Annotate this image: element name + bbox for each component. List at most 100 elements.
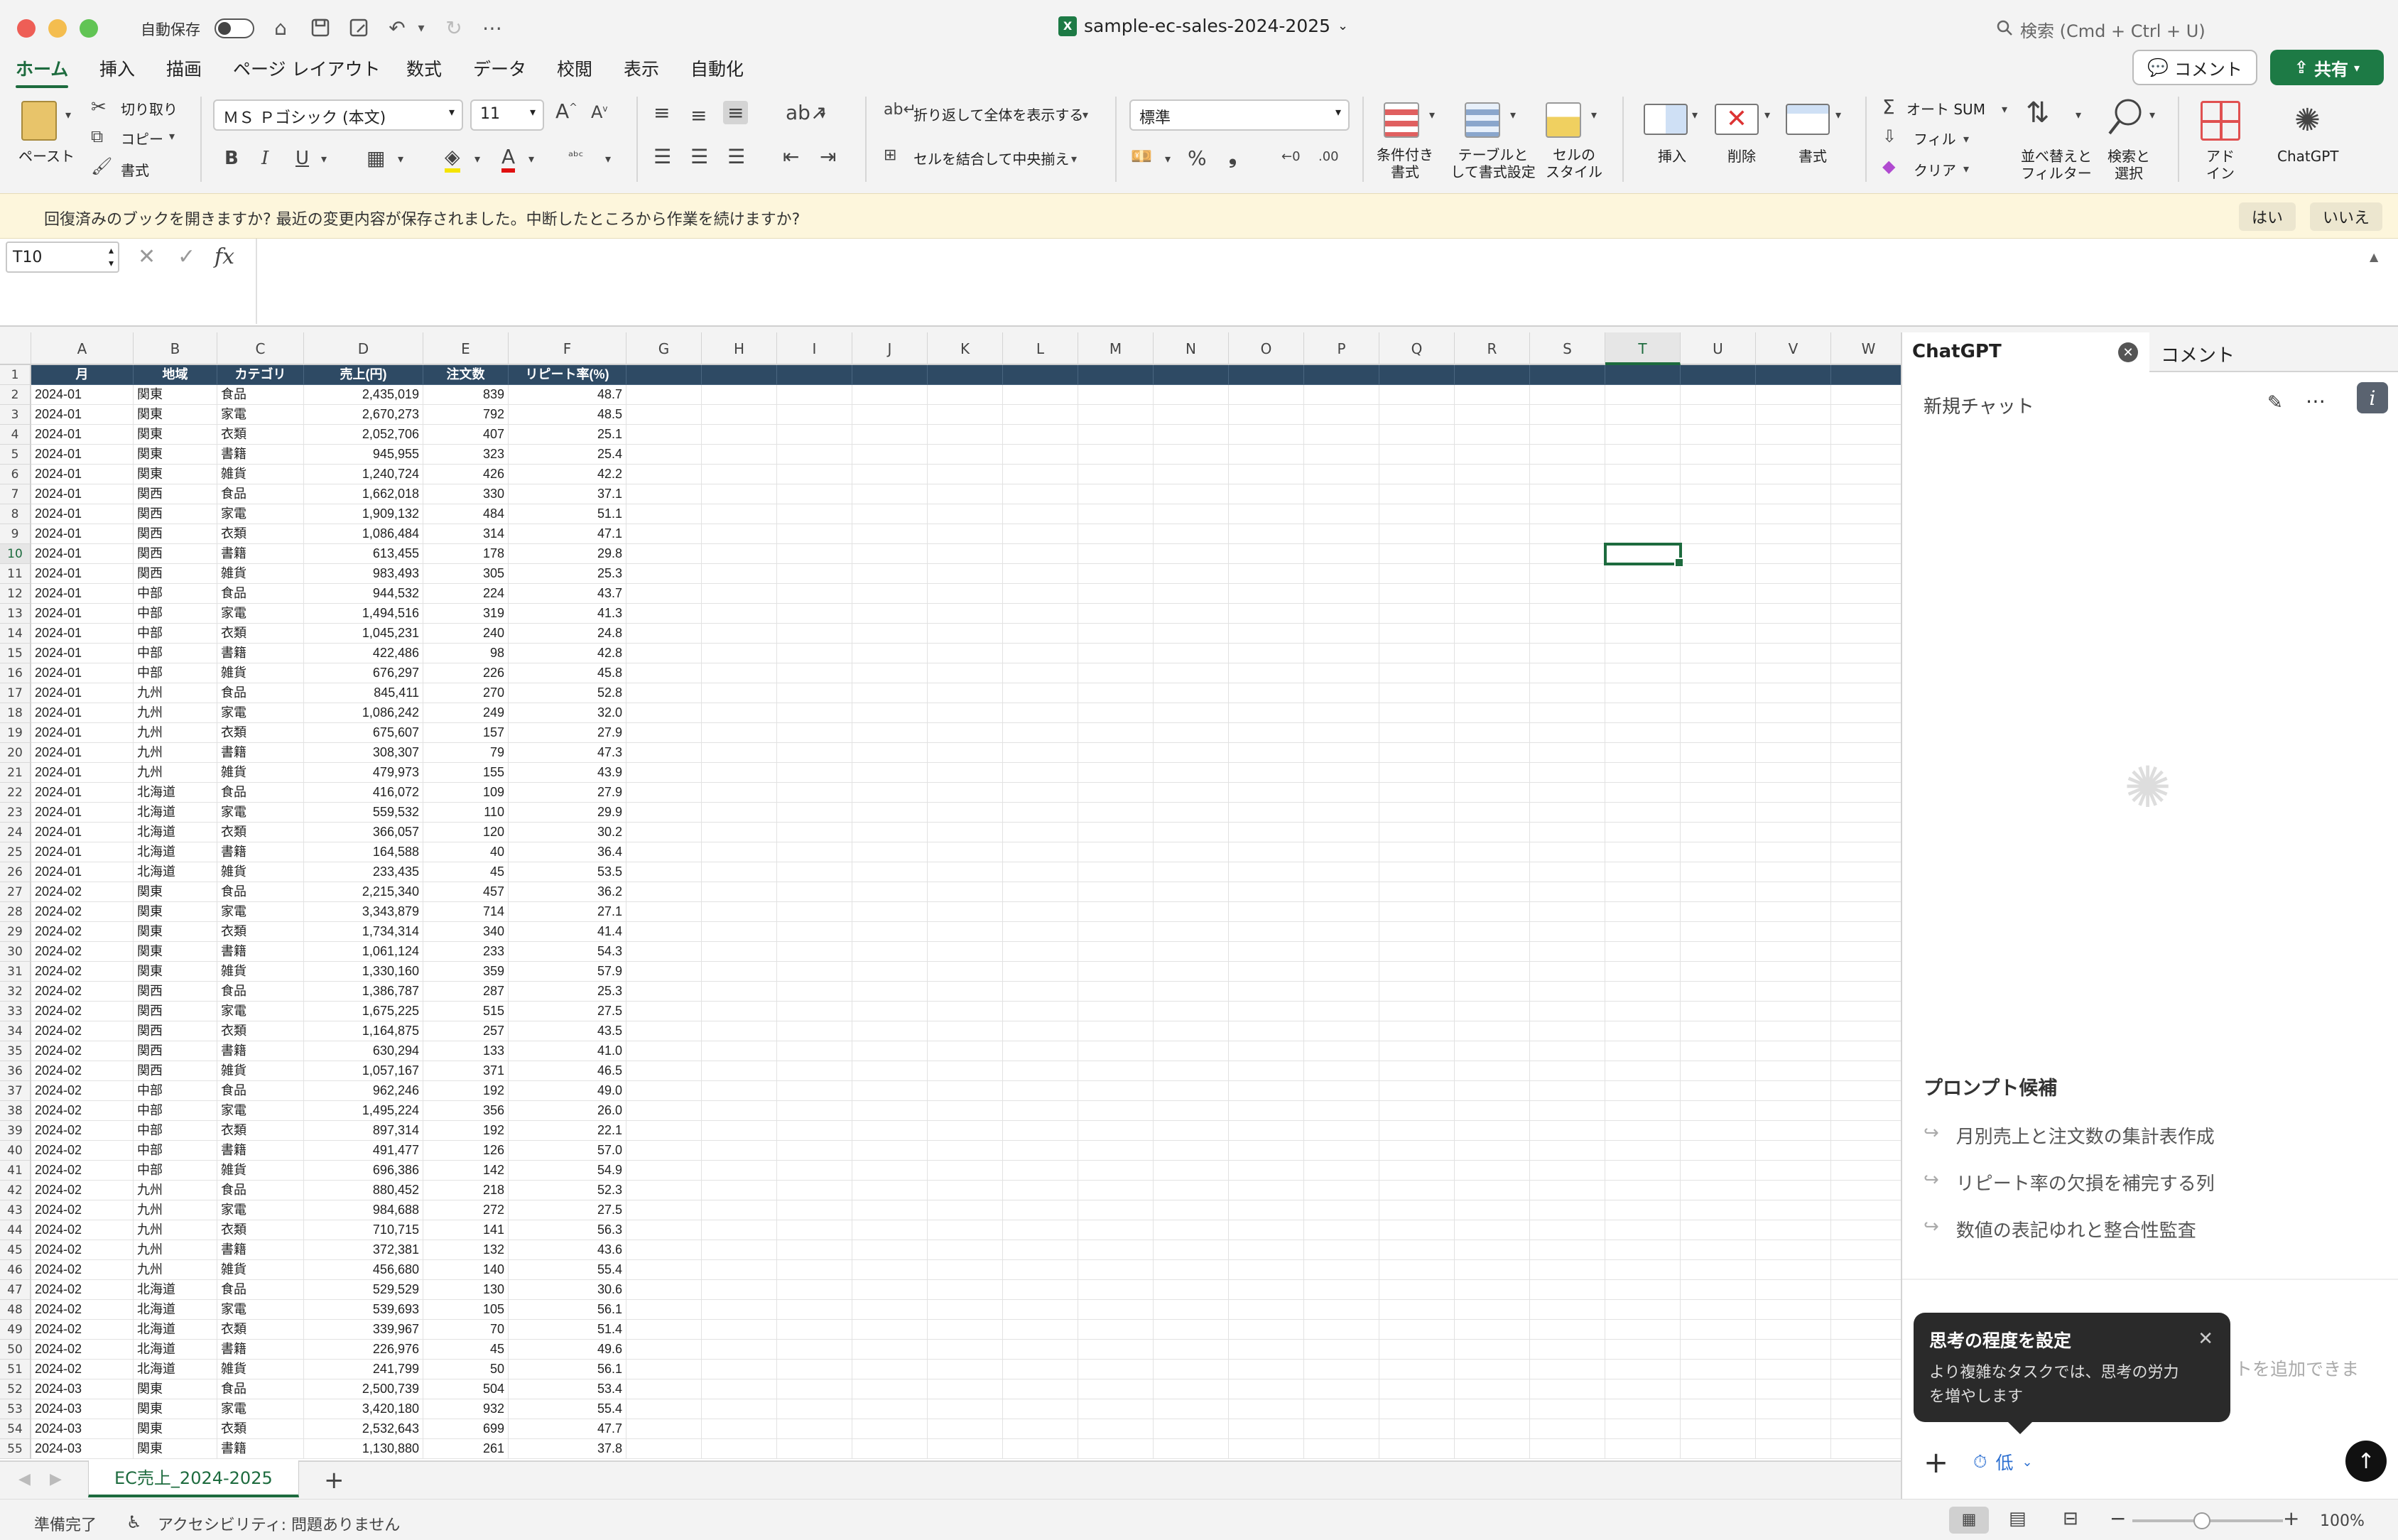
table-cell[interactable] bbox=[1154, 902, 1229, 922]
merge-center-button[interactable]: セルを結合して中央揃え bbox=[913, 151, 1069, 168]
table-cell[interactable] bbox=[1530, 1419, 1605, 1439]
table-cell[interactable] bbox=[1831, 484, 1901, 504]
table-cell[interactable] bbox=[626, 1300, 702, 1320]
table-cell[interactable] bbox=[1003, 683, 1078, 703]
table-cell[interactable]: 食品 bbox=[217, 1081, 304, 1101]
row-header[interactable]: 33 bbox=[0, 1002, 31, 1021]
table-cell[interactable] bbox=[1831, 882, 1901, 902]
table-cell[interactable] bbox=[1154, 763, 1229, 783]
table-cell[interactable] bbox=[852, 405, 928, 425]
copy-icon[interactable]: ⧉ bbox=[91, 126, 103, 146]
table-cell[interactable] bbox=[852, 1181, 928, 1200]
table-cell[interactable]: 2024-02 bbox=[31, 1101, 134, 1121]
table-cell[interactable] bbox=[1756, 743, 1831, 763]
table-cell[interactable] bbox=[1078, 1081, 1154, 1101]
table-cell[interactable]: 839 bbox=[423, 385, 509, 405]
table-cell[interactable]: 48.5 bbox=[509, 405, 626, 425]
row-header[interactable]: 35 bbox=[0, 1041, 31, 1061]
table-cell[interactable] bbox=[852, 644, 928, 663]
table-cell[interactable]: 衣類 bbox=[217, 723, 304, 743]
row-header[interactable]: 9 bbox=[0, 524, 31, 544]
font-color-dropdown-chevron-icon[interactable]: ▾ bbox=[528, 152, 534, 166]
table-cell[interactable]: 287 bbox=[423, 982, 509, 1002]
table-cell[interactable] bbox=[1304, 882, 1379, 902]
table-cell[interactable]: 272 bbox=[423, 1200, 509, 1220]
table-cell[interactable] bbox=[1003, 823, 1078, 842]
table-cell[interactable] bbox=[1756, 1220, 1831, 1240]
table-cell[interactable] bbox=[1605, 1280, 1681, 1300]
table-cell[interactable]: 中部 bbox=[134, 1161, 217, 1181]
column-header-l[interactable]: L bbox=[1003, 332, 1078, 365]
table-cell[interactable] bbox=[626, 584, 702, 604]
merge-center-icon[interactable]: ⊞ bbox=[884, 146, 896, 164]
table-cell[interactable]: 32.0 bbox=[509, 703, 626, 723]
table-cell[interactable] bbox=[1455, 425, 1530, 445]
table-cell[interactable] bbox=[1831, 1340, 1901, 1360]
table-cell[interactable] bbox=[1229, 683, 1304, 703]
table-cell[interactable] bbox=[777, 1260, 852, 1280]
table-cell[interactable] bbox=[1605, 823, 1681, 842]
table-cell[interactable] bbox=[928, 1101, 1003, 1121]
table-cell[interactable] bbox=[1229, 1260, 1304, 1280]
table-cell[interactable] bbox=[1681, 644, 1756, 663]
zoom-out-icon[interactable]: − bbox=[2110, 1507, 2126, 1530]
table-cell[interactable]: 2024-02 bbox=[31, 1021, 134, 1041]
table-cell[interactable] bbox=[1831, 1240, 1901, 1260]
table-cell[interactable] bbox=[1154, 1340, 1229, 1360]
table-cell[interactable]: 2024-01 bbox=[31, 544, 134, 564]
table-cell[interactable] bbox=[1455, 823, 1530, 842]
row-header[interactable]: 21 bbox=[0, 763, 31, 783]
suggestion-item[interactable]: ↪ 月別売上と注文数の集計表作成 bbox=[1924, 1122, 2215, 1149]
table-cell[interactable]: 関東 bbox=[134, 405, 217, 425]
scissors-icon[interactable]: ✂ bbox=[91, 97, 107, 118]
table-cell[interactable] bbox=[1003, 862, 1078, 882]
table-cell[interactable] bbox=[1605, 763, 1681, 783]
table-cell[interactable]: 45 bbox=[423, 1340, 509, 1360]
table-cell[interactable]: 314 bbox=[423, 524, 509, 544]
table-cell[interactable] bbox=[1605, 1260, 1681, 1280]
table-cell[interactable] bbox=[852, 504, 928, 524]
table-cell[interactable] bbox=[1229, 1379, 1304, 1399]
table-cell[interactable] bbox=[1756, 783, 1831, 803]
table-cell[interactable] bbox=[1605, 425, 1681, 445]
table-cell[interactable] bbox=[928, 1200, 1003, 1220]
table-cell[interactable] bbox=[1530, 564, 1605, 584]
table-cell[interactable]: 1,675,225 bbox=[304, 1002, 423, 1021]
row-header[interactable]: 52 bbox=[0, 1379, 31, 1399]
table-cell[interactable] bbox=[1379, 425, 1455, 445]
table-cell[interactable] bbox=[928, 385, 1003, 405]
table-cell[interactable] bbox=[1831, 703, 1901, 723]
suggestion-item[interactable]: ↪ 数値の表記ゆれと整合性監査 bbox=[1924, 1216, 2196, 1242]
table-cell[interactable] bbox=[1530, 982, 1605, 1002]
table-cell[interactable] bbox=[1681, 683, 1756, 703]
table-cell[interactable] bbox=[1681, 1439, 1756, 1459]
table-cell[interactable]: 家電 bbox=[217, 703, 304, 723]
table-cell[interactable] bbox=[777, 842, 852, 862]
tab-page-layout[interactable]: ページ レイアウト bbox=[233, 55, 380, 81]
table-cell[interactable]: 2024-02 bbox=[31, 1240, 134, 1260]
table-cell[interactable] bbox=[1379, 1181, 1455, 1200]
table-cell[interactable] bbox=[1756, 1002, 1831, 1021]
table-cell[interactable]: 2024-01 bbox=[31, 624, 134, 644]
table-cell[interactable] bbox=[1530, 504, 1605, 524]
table-cell[interactable] bbox=[777, 1240, 852, 1260]
table-cell[interactable] bbox=[1229, 1161, 1304, 1181]
table-cell[interactable] bbox=[702, 1181, 777, 1200]
table-cell[interactable] bbox=[1154, 703, 1229, 723]
column-header-n[interactable]: N bbox=[1154, 332, 1229, 365]
tab-data[interactable]: データ bbox=[473, 55, 526, 81]
table-cell[interactable] bbox=[626, 1439, 702, 1459]
table-cell[interactable] bbox=[928, 604, 1003, 624]
table-cell[interactable]: 880,452 bbox=[304, 1181, 423, 1200]
row-header[interactable]: 37 bbox=[0, 1081, 31, 1101]
table-cell[interactable] bbox=[1831, 823, 1901, 842]
table-cell[interactable] bbox=[1831, 1181, 1901, 1200]
cancel-icon[interactable]: ✕ bbox=[138, 244, 156, 269]
table-cell[interactable] bbox=[1078, 902, 1154, 922]
table-cell[interactable]: 2024-01 bbox=[31, 564, 134, 584]
table-cell[interactable] bbox=[1154, 1061, 1229, 1081]
table-cell[interactable] bbox=[852, 982, 928, 1002]
table-cell[interactable]: 1,086,242 bbox=[304, 703, 423, 723]
table-cell[interactable] bbox=[1304, 902, 1379, 922]
table-cell[interactable] bbox=[1078, 1320, 1154, 1340]
